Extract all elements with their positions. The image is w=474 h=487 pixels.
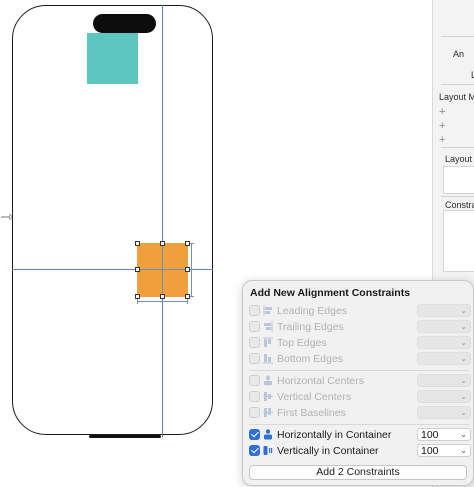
- chevron-down-icon: ⌄: [460, 392, 467, 401]
- add-constraints-button[interactable]: Add 2 Constraints: [249, 465, 467, 480]
- orange-center-line-v: [162, 243, 163, 297]
- vertical-centers-icon: [263, 392, 273, 401]
- vertically-in-container-checkbox[interactable]: [249, 445, 260, 456]
- resize-handle-bottom-left[interactable]: [135, 294, 140, 299]
- chevron-down-icon: ⌄: [460, 354, 467, 363]
- chevron-down-icon: ⌄: [460, 306, 467, 315]
- chevron-down-icon: ⌄: [460, 446, 467, 455]
- resize-handle-top[interactable]: [160, 241, 165, 246]
- horizontally-in-container-icon: [264, 429, 272, 440]
- vertical-centers-row[interactable]: Vertical Centers ⌄: [249, 390, 471, 404]
- vertically-in-container-value-select[interactable]: 100 ⌄: [417, 444, 471, 457]
- leading-edges-checkbox[interactable]: [249, 305, 260, 316]
- plus-icon[interactable]: +: [439, 106, 445, 118]
- leading-edges-row[interactable]: Leading Edges ⌄: [249, 304, 471, 318]
- home-indicator: [89, 435, 161, 438]
- layout-dropdown[interactable]: [443, 166, 474, 194]
- top-edges-value-select[interactable]: ⌄: [417, 336, 471, 349]
- popover-divider: [249, 424, 469, 425]
- horizontally-in-container-value-select[interactable]: 100 ⌄: [417, 428, 471, 441]
- popover-title: Add New Alignment Constraints: [250, 287, 411, 299]
- first-baselines-label: First Baselines: [277, 407, 346, 419]
- alignment-constraints-popover: Add New Alignment Constraints Leading Ed…: [242, 280, 474, 486]
- width-dimension-line: [137, 301, 188, 302]
- resize-handle-bottom-right[interactable]: [185, 294, 190, 299]
- layout-label: Layout: [445, 154, 473, 164]
- trailing-edges-value-select[interactable]: ⌄: [417, 320, 471, 333]
- top-edges-row[interactable]: Top Edges ⌄: [249, 336, 471, 350]
- top-edges-checkbox[interactable]: [249, 337, 260, 348]
- horizontal-centers-checkbox[interactable]: [249, 375, 260, 386]
- vertical-center-guide: [162, 5, 163, 437]
- plus-icon[interactable]: +: [439, 120, 445, 132]
- top-edges-label: Top Edges: [277, 337, 327, 349]
- vertically-in-container-icon: [263, 446, 273, 455]
- chevron-down-icon: ⌄: [460, 408, 467, 417]
- trailing-edges-checkbox[interactable]: [249, 321, 260, 332]
- trailing-edges-icon: [264, 321, 273, 332]
- bottom-edges-checkbox[interactable]: [249, 353, 260, 364]
- layout-margins-label: Layout Ma: [439, 92, 474, 102]
- trailing-edges-row[interactable]: Trailing Edges ⌄: [249, 320, 471, 334]
- vertically-in-container-value: 100: [421, 445, 439, 457]
- orange-center-line-h: [137, 269, 188, 270]
- bottom-edges-label: Bottom Edges: [277, 353, 343, 365]
- teal-view[interactable]: [87, 33, 138, 84]
- first-baselines-checkbox[interactable]: [249, 407, 260, 418]
- first-baselines-row[interactable]: First Baselines ⌄: [249, 406, 471, 420]
- horizontally-in-container-value: 100: [421, 429, 439, 441]
- height-dimension-line: [191, 243, 192, 297]
- leading-edges-value-select[interactable]: ⌄: [417, 304, 471, 317]
- resize-handle-left[interactable]: [135, 267, 140, 272]
- horizontal-centers-label: Horizontal Centers: [277, 375, 364, 387]
- top-edges-icon: [263, 337, 273, 347]
- vertical-centers-checkbox[interactable]: [249, 391, 260, 402]
- horizontal-centers-row[interactable]: Horizontal Centers ⌄: [249, 374, 471, 388]
- popover-divider: [249, 370, 469, 371]
- horizontal-centers-icon: [264, 375, 272, 386]
- inspector-divider: [441, 84, 474, 85]
- bottom-edges-icon: [263, 354, 273, 364]
- resize-handle-bottom[interactable]: [160, 294, 165, 299]
- chevron-down-icon: ⌄: [460, 338, 467, 347]
- resize-handle-top-right[interactable]: [185, 241, 190, 246]
- first-baselines-icon: [263, 408, 273, 417]
- horizontally-in-container-row[interactable]: Horizontally in Container 100 ⌄: [249, 428, 471, 442]
- vertically-in-container-row[interactable]: Vertically in Container 100 ⌄: [249, 444, 471, 458]
- vertical-centers-label: Vertical Centers: [277, 391, 352, 403]
- chevron-down-icon: ⌄: [460, 376, 467, 385]
- constraints-list[interactable]: [443, 210, 474, 272]
- resize-handle-right[interactable]: [185, 267, 190, 272]
- bottom-edges-row[interactable]: Bottom Edges ⌄: [249, 352, 471, 366]
- inspector-divider: [441, 147, 474, 148]
- vertical-centers-value-select[interactable]: ⌄: [417, 390, 471, 403]
- constraints-label: Constra: [445, 200, 474, 210]
- inspector-divider: [441, 36, 474, 37]
- vertically-in-container-label: Vertically in Container: [277, 445, 379, 457]
- horizontal-centers-value-select[interactable]: ⌄: [417, 374, 471, 387]
- orange-view-selected[interactable]: [137, 243, 188, 297]
- resize-handle-top-left[interactable]: [135, 241, 140, 246]
- leading-edges-label: Leading Edges: [277, 305, 348, 317]
- inspector-divider: [441, 196, 474, 197]
- leading-edges-icon: [263, 305, 272, 316]
- plus-icon[interactable]: +: [439, 134, 445, 146]
- chevron-down-icon: ⌄: [460, 322, 467, 331]
- bottom-edges-value-select[interactable]: ⌄: [417, 352, 471, 365]
- chevron-down-icon: ⌄: [460, 430, 467, 439]
- horizontally-in-container-checkbox[interactable]: [249, 429, 260, 440]
- device-notch: [93, 14, 156, 33]
- first-baselines-value-select[interactable]: ⌄: [417, 406, 471, 419]
- inspector-label-an: An: [453, 49, 465, 59]
- horizontally-in-container-label: Horizontally in Container: [277, 429, 392, 441]
- trailing-edges-label: Trailing Edges: [277, 321, 344, 333]
